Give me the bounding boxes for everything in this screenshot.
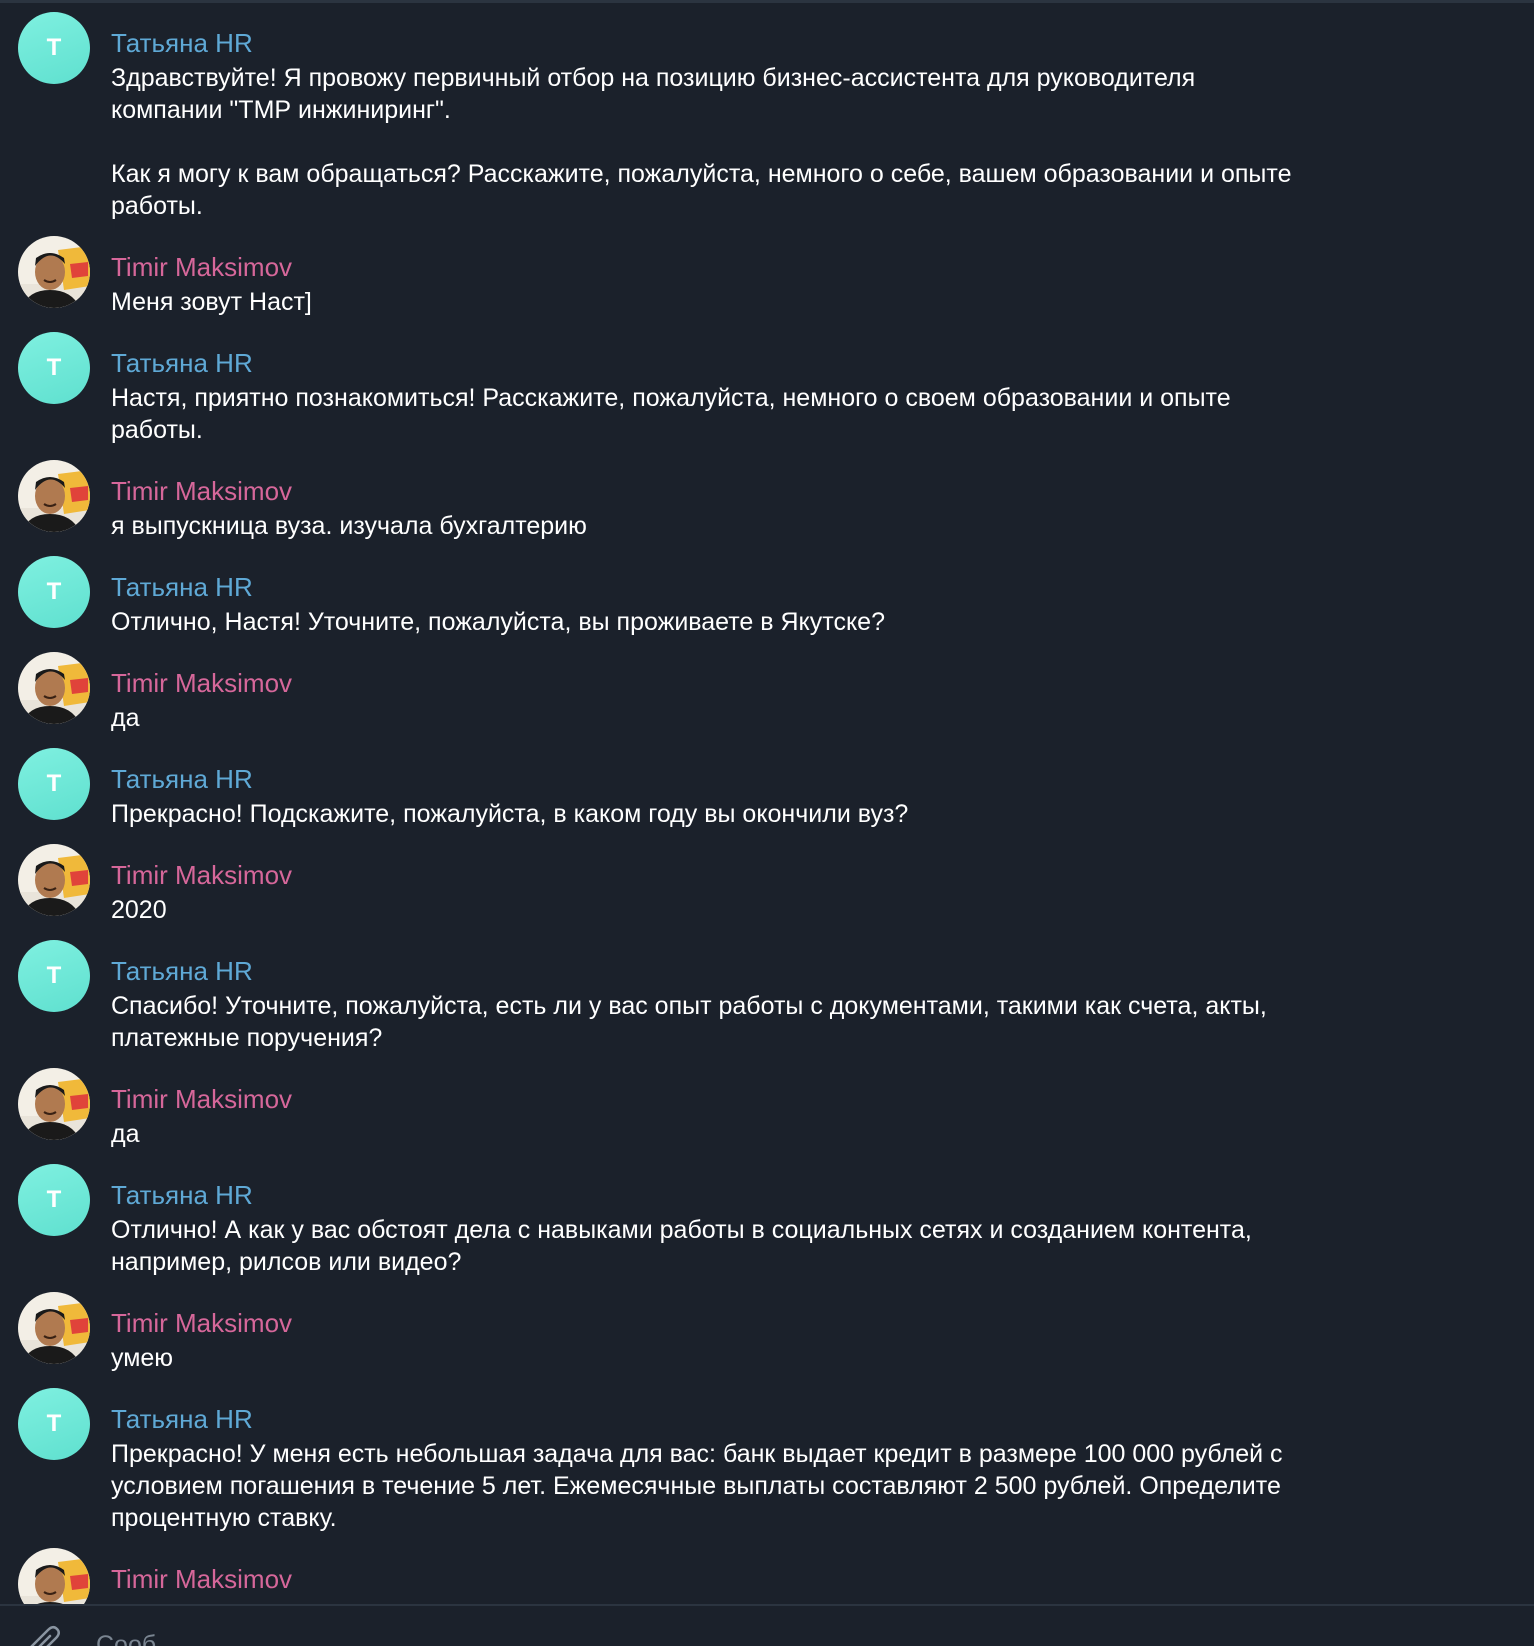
message-text: Спасибо! Уточните, пожалуйста, есть ли у… <box>111 992 1267 1052</box>
sender-name[interactable]: Татьяна HR <box>111 572 253 602</box>
top-divider <box>0 0 1534 3</box>
sender-name[interactable]: Татьяна HR <box>111 28 253 58</box>
avatar[interactable]: T <box>18 12 90 84</box>
avatar[interactable]: T <box>18 1388 90 1460</box>
avatar[interactable] <box>18 844 90 916</box>
paperclip-icon[interactable] <box>22 1622 62 1646</box>
avatar[interactable] <box>18 1292 90 1364</box>
message-text: Отлично, Настя! Уточните, пожалуйста, вы… <box>111 608 885 636</box>
avatar[interactable]: T <box>18 332 90 404</box>
avatar[interactable] <box>18 460 90 532</box>
sender-name[interactable]: Timir Maksimov <box>111 1564 292 1594</box>
sender-name[interactable]: Татьяна HR <box>111 764 253 794</box>
avatar[interactable]: T <box>18 1164 90 1236</box>
sender-name[interactable]: Timir Maksimov <box>111 860 292 890</box>
message-text: Прекрасно! Подскажите, пожалуйста, в как… <box>111 800 909 828</box>
avatar[interactable] <box>18 1068 90 1140</box>
message-composer: Сооб <box>0 1604 1534 1646</box>
message-text: 2020 <box>111 896 167 924</box>
sender-name[interactable]: Татьяна HR <box>111 956 253 986</box>
avatar[interactable] <box>18 236 90 308</box>
message-text: умею <box>111 1344 174 1372</box>
chat-window: T Татьяна HR Здравствуйте! Я провожу пер… <box>0 0 1534 1646</box>
message-text: Здравствуйте! Я провожу первичный отбор … <box>111 64 1292 220</box>
sender-name[interactable]: Татьяна HR <box>111 1404 253 1434</box>
message-text: Прекрасно! У меня есть небольшая задача … <box>111 1440 1283 1532</box>
avatar[interactable]: T <box>18 748 90 820</box>
message-text: я выпускница вуза. изучала бухгалтерию <box>111 512 587 540</box>
sender-name[interactable]: Татьяна HR <box>111 348 253 378</box>
message-text: Настя, приятно познакомиться! Расскажите… <box>111 384 1231 444</box>
message-text: Отлично! А как у вас обстоят дела с навы… <box>111 1216 1252 1276</box>
sender-name[interactable]: Timir Maksimov <box>111 476 292 506</box>
sender-name[interactable]: Timir Maksimov <box>111 252 292 282</box>
message-input[interactable]: Сооб <box>96 1630 156 1646</box>
avatar[interactable]: T <box>18 940 90 1012</box>
message-text: Меня зовут Наст] <box>111 288 312 316</box>
sender-name[interactable]: Timir Maksimov <box>111 1084 292 1114</box>
message-text: да <box>111 704 140 732</box>
avatar[interactable]: T <box>18 556 90 628</box>
message-text: да <box>111 1120 140 1148</box>
sender-name[interactable]: Timir Maksimov <box>111 1308 292 1338</box>
sender-name[interactable]: Татьяна HR <box>111 1180 253 1210</box>
avatar[interactable] <box>18 652 90 724</box>
sender-name[interactable]: Timir Maksimov <box>111 668 292 698</box>
